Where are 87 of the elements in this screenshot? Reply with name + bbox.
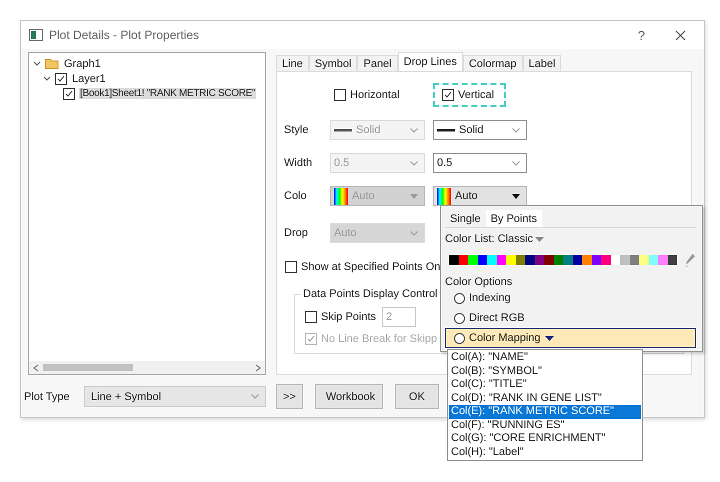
tab[interactable]: Colormap	[462, 55, 523, 71]
tab[interactable]: Single	[445, 211, 486, 227]
color-swatch[interactable]	[563, 255, 573, 265]
checkbox[interactable]	[55, 72, 67, 84]
menu-item[interactable]: Col(E): "RANK METRIC SCORE"	[449, 405, 641, 418]
color-swatch[interactable]	[658, 255, 668, 265]
scroll-right-icon[interactable]	[255, 364, 261, 372]
tree-item[interactable]: Layer1	[71, 72, 107, 84]
dialog-button[interactable]: >>	[276, 384, 303, 409]
folder-icon	[45, 58, 59, 69]
dropdown[interactable]: Solid	[433, 120, 527, 140]
chevron-icon	[410, 128, 418, 132]
help-button[interactable]: ?	[638, 28, 645, 42]
checkbox[interactable]	[63, 88, 75, 100]
menu-item[interactable]: Col(D): "RANK IN GENE LIST"	[449, 392, 641, 405]
checkbox[interactable]	[285, 261, 297, 273]
tab[interactable]: Panel	[357, 55, 398, 71]
checkbox-option[interactable]: Vertical	[433, 82, 506, 106]
chevron-icon	[410, 230, 418, 236]
chevron-icon	[512, 128, 520, 132]
tree-item[interactable]: [Book1]Sheet1! "RANK METRIC SCORE"	[79, 88, 256, 99]
caret-icon	[535, 236, 544, 242]
radio-option[interactable]: Indexing	[445, 288, 696, 308]
color-swatch[interactable]	[468, 255, 478, 265]
field-label: Plot Type	[24, 390, 71, 402]
caret-icon	[544, 336, 554, 340]
checkbox[interactable]	[334, 88, 346, 100]
menu-item[interactable]: Col(C): "TITLE"	[449, 378, 641, 392]
color-swatch[interactable]	[525, 255, 535, 265]
menu-item[interactable]: Col(H): "Label"	[449, 446, 641, 459]
dropdown[interactable]: Auto	[433, 186, 527, 206]
scroll-left-icon[interactable]	[33, 364, 39, 372]
checkbox[interactable]	[305, 311, 317, 323]
caret-icon	[410, 194, 418, 198]
tab[interactable]: Drop Lines	[398, 52, 463, 71]
menu-item[interactable]: Col(F): "RUNNING ES"	[449, 418, 641, 432]
pencil-icon[interactable]	[685, 253, 696, 267]
color-swatch[interactable]	[601, 255, 611, 265]
radio-option[interactable]: Direct RGB	[445, 308, 696, 328]
tab[interactable]: Label	[522, 55, 562, 71]
colormap-icon	[334, 188, 348, 204]
field-label: Width	[284, 157, 314, 169]
radio-button[interactable]	[454, 332, 465, 344]
color-swatch[interactable]	[506, 255, 516, 265]
field-label: Style	[284, 124, 310, 136]
dropdown[interactable]: 0.5	[433, 153, 527, 173]
tab[interactable]: By Points	[486, 210, 542, 227]
tab[interactable]: Line	[276, 55, 309, 71]
checkbox-option[interactable]: Skip Points	[305, 311, 376, 323]
color-swatch[interactable]	[487, 255, 497, 265]
checkbox[interactable]	[442, 88, 454, 100]
chevron-icon[interactable]	[43, 76, 51, 82]
chevron-icon	[251, 394, 259, 399]
chevron-icon	[512, 160, 520, 166]
color-swatch[interactable]	[582, 255, 592, 265]
colormap-icon	[437, 188, 451, 204]
menu-item[interactable]: Col(B): "SYMBOL"	[449, 364, 641, 378]
color-list-dropdown[interactable]: Color List: Classic	[445, 233, 534, 245]
tab[interactable]: Symbol	[308, 55, 358, 71]
chevron-icon	[410, 160, 418, 166]
horizontal-scrollbar[interactable]	[29, 361, 265, 374]
tree-item[interactable]: Graph1	[63, 58, 102, 70]
dialog-button[interactable]: OK	[394, 384, 439, 409]
color-swatch[interactable]	[639, 255, 649, 265]
color-swatch[interactable]	[620, 255, 630, 265]
color-swatch[interactable]	[544, 255, 554, 265]
line-style-icon	[437, 128, 455, 132]
radio-button[interactable]	[454, 312, 465, 324]
chevron-icon[interactable]	[33, 60, 41, 66]
window-title: Plot Details - Plot Properties	[49, 28, 200, 42]
radio-option[interactable]: Color Mapping	[445, 328, 696, 348]
field-label: Colo	[284, 190, 308, 202]
group-title: Data Points Display Control	[301, 288, 440, 300]
section-title: Color Options	[445, 276, 514, 288]
radio-button[interactable]	[454, 292, 465, 304]
checkbox-option[interactable]: Show at Specified Points On	[285, 261, 440, 273]
color-swatch[interactable]	[449, 255, 459, 265]
menu-item[interactable]: Col(A): "NAME"	[449, 351, 641, 364]
plot-type-dropdown[interactable]: Line + Symbol	[84, 386, 266, 407]
line-style-icon	[334, 128, 352, 132]
dialog-button[interactable]: Workbook	[314, 384, 383, 409]
window-icon	[29, 29, 43, 41]
caret-icon	[512, 194, 520, 198]
close-icon[interactable]	[675, 30, 686, 40]
field-label: Drop	[284, 227, 309, 239]
checkbox-option[interactable]: Horizontal	[334, 88, 400, 100]
menu-item[interactable]: Col(G): "CORE ENRICHMENT"	[449, 432, 641, 446]
